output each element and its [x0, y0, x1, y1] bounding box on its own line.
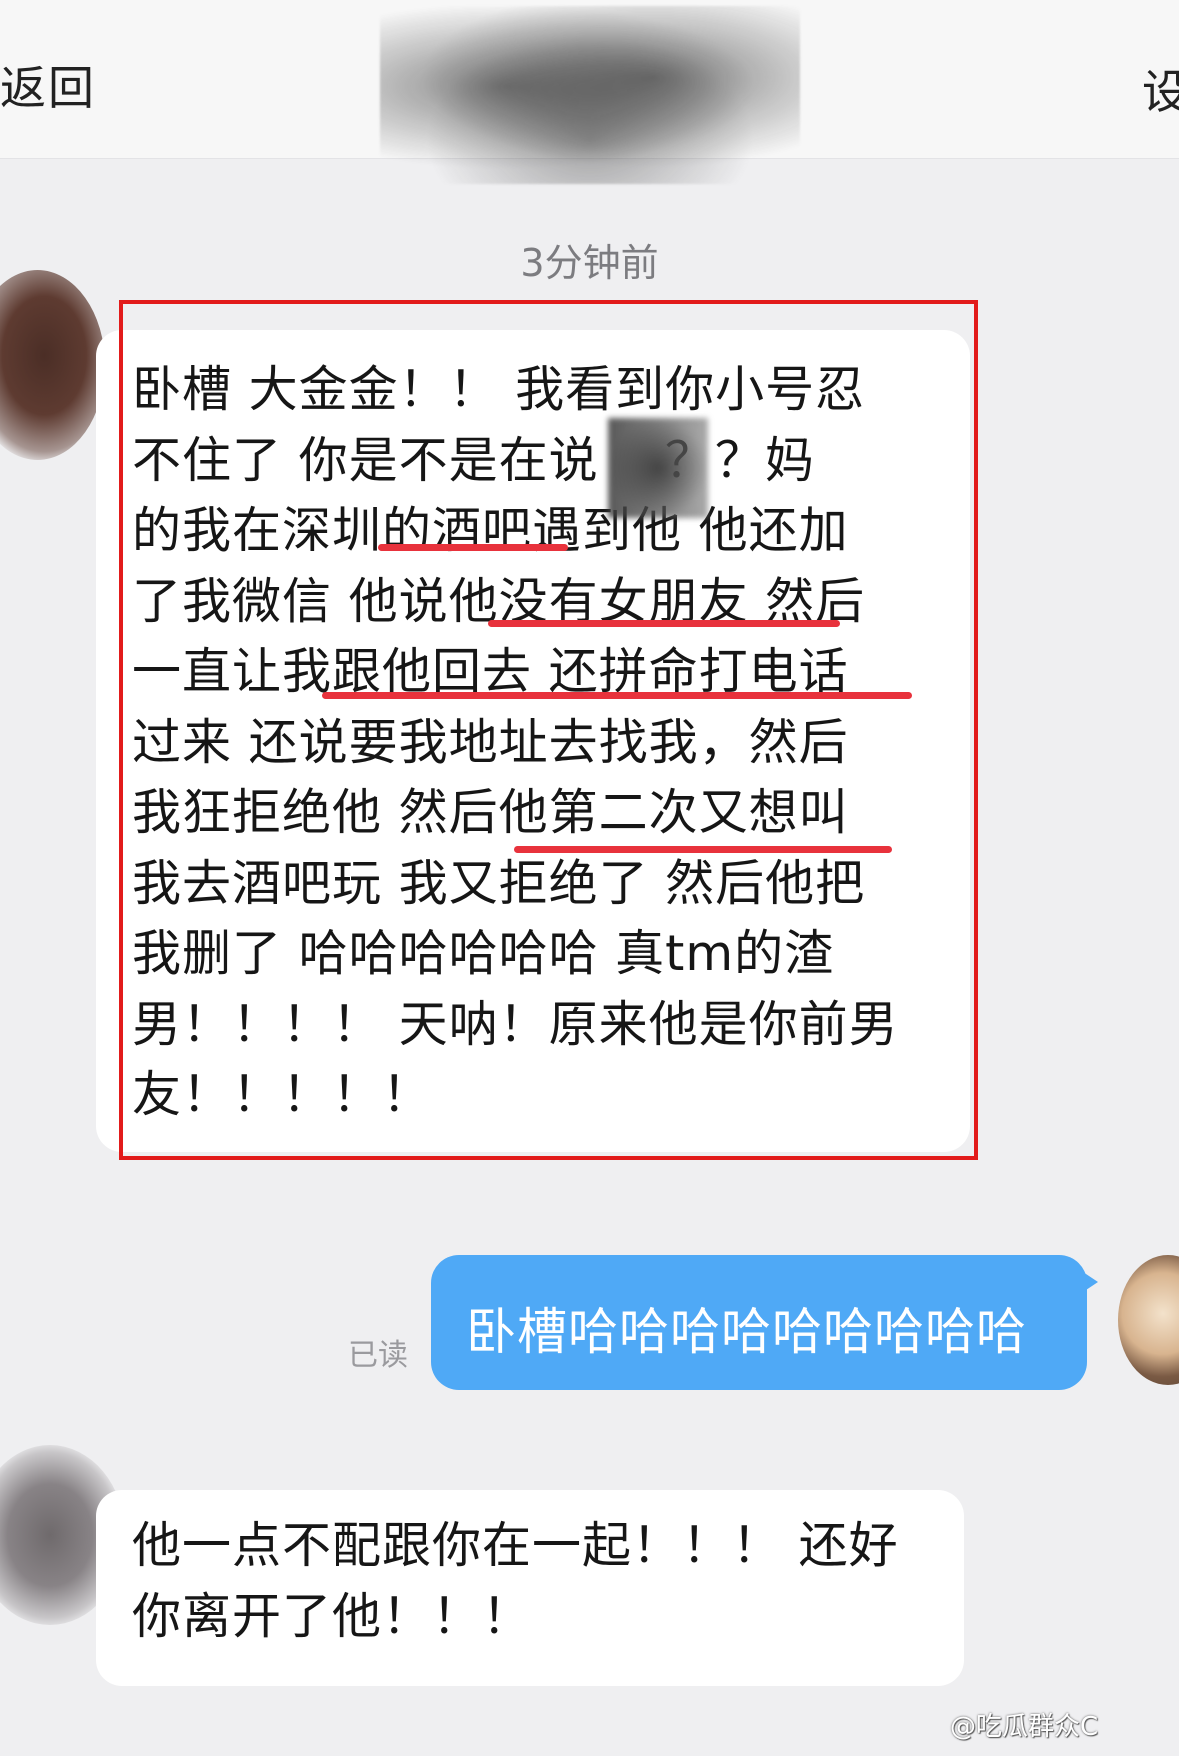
- back-button[interactable]: 返回: [0, 52, 96, 118]
- top-navigation-bar: 返回 设: [0, 0, 1179, 184]
- red-highlight-box: [119, 300, 978, 1160]
- incoming-message-text: 他一点不配跟你在一起！！！ 还好 你离开了他！！！: [132, 1517, 899, 1645]
- user-avatar[interactable]: [1118, 1255, 1179, 1385]
- bubble-tail: [1080, 1270, 1098, 1294]
- read-receipt: 已读: [348, 1338, 408, 1373]
- message-timestamp: 3分钟前: [520, 241, 659, 285]
- redacted-contact-name: [380, 6, 800, 184]
- outgoing-message-text: 卧槽哈哈哈哈哈哈哈哈哈: [466, 1303, 1027, 1361]
- watermark: @吃瓜群众C: [950, 1712, 1099, 1742]
- settings-button[interactable]: 设: [1142, 56, 1179, 122]
- contact-avatar[interactable]: [0, 270, 105, 460]
